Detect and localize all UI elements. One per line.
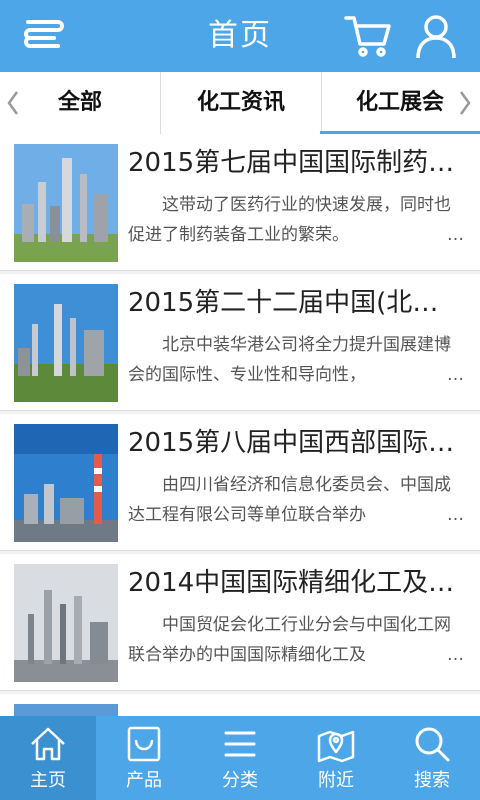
article-summary: 中国贸促会化工行业分会与中国化工网联合举办的中国国际精细化工及 … (128, 610, 464, 670)
nav-products[interactable]: 产品 (96, 716, 192, 800)
summary-text: 北京中装华港公司将全力提升国展建博会的国际性、专业性和导向性， (128, 335, 451, 385)
nav-search[interactable]: 搜索 (384, 716, 480, 800)
nav-home[interactable]: 主页 (0, 716, 96, 800)
article-title: 2015第七届中国国际制药机械博览会 (128, 148, 464, 178)
page-title: 首页 (208, 18, 272, 53)
list-item[interactable]: 2015第八届中国西部国际化工 由四川省经济和信息化委员会、中国成达工程有限公司… (0, 414, 480, 551)
article-list: 2015第七届中国国际制药机械博览会 这带动了医药行业的快速发展，同时也促进了制… (0, 134, 480, 716)
ellipsis: … (407, 220, 464, 250)
list-icon (224, 731, 256, 757)
article-title: 2015第八届中国西部国际化工 (128, 428, 464, 458)
nav-label: 搜索 (414, 770, 450, 791)
list-item[interactable] (0, 694, 480, 716)
ellipsis: … (407, 640, 464, 670)
home-icon (31, 727, 65, 761)
summary-text: 这带动了医药行业的快速发展，同时也促进了制药装备工业的繁荣。 (128, 195, 451, 245)
article-title: 2015第二十二届中国(北京)国际 (128, 288, 464, 318)
article-thumbnail (14, 284, 118, 402)
category-tabs: 全部 化工资讯 化工展会 (0, 72, 480, 136)
search-icon (415, 727, 450, 762)
article-summary: 由四川省经济和信息化委员会、中国成达工程有限公司等单位联合举办 … (128, 470, 464, 530)
article-thumbnail (14, 704, 118, 716)
ellipsis: … (407, 360, 464, 390)
article-thumbnail (14, 144, 118, 262)
bag-icon (127, 726, 161, 762)
article-thumbnail (14, 424, 118, 542)
summary-text: 由四川省经济和信息化委员会、中国成达工程有限公司等单位联合举办 (128, 475, 451, 525)
summary-text: 中国贸促会化工行业分会与中国化工网联合举办的中国国际精细化工及 (128, 615, 451, 665)
tab-exhibitions[interactable]: 化工展会 (320, 72, 480, 134)
tab-label: 全部 (57, 90, 102, 115)
tab-all[interactable]: 全部 (0, 72, 160, 134)
bottom-navigation: 主页 产品 分类 附近 搜索 (0, 716, 480, 800)
app-header: 首页 (0, 0, 480, 72)
list-item[interactable]: 2015第七届中国国际制药机械博览会 这带动了医药行业的快速发展，同时也促进了制… (0, 134, 480, 271)
nav-label: 产品 (126, 770, 162, 791)
chevron-right-icon[interactable] (458, 90, 472, 116)
article-thumbnail (14, 564, 118, 682)
list-item[interactable]: 2014中国国际精细化工及专用 中国贸促会化工行业分会与中国化工网联合举办的中国… (0, 554, 480, 691)
article-title: 2014中国国际精细化工及专用 (128, 568, 464, 598)
nav-label: 附近 (318, 770, 354, 791)
user-icon[interactable] (410, 10, 462, 62)
map-icon (317, 730, 355, 763)
tab-label: 化工展会 (355, 90, 444, 115)
tab-label: 化工资讯 (196, 90, 285, 115)
nav-label: 分类 (222, 770, 258, 791)
article-summary: 北京中装华港公司将全力提升国展建博会的国际性、专业性和导向性， … (128, 330, 464, 390)
nav-nearby[interactable]: 附近 (288, 716, 384, 800)
nav-categories[interactable]: 分类 (192, 716, 288, 800)
ellipsis: … (407, 500, 464, 530)
article-summary: 这带动了医药行业的快速发展，同时也促进了制药装备工业的繁荣。 … (128, 190, 464, 250)
cart-icon[interactable] (342, 10, 394, 62)
tab-news[interactable]: 化工资讯 (160, 72, 322, 134)
list-item[interactable]: 2015第二十二届中国(北京)国际 北京中装华港公司将全力提升国展建博会的国际性… (0, 274, 480, 411)
nav-label: 主页 (30, 770, 66, 791)
